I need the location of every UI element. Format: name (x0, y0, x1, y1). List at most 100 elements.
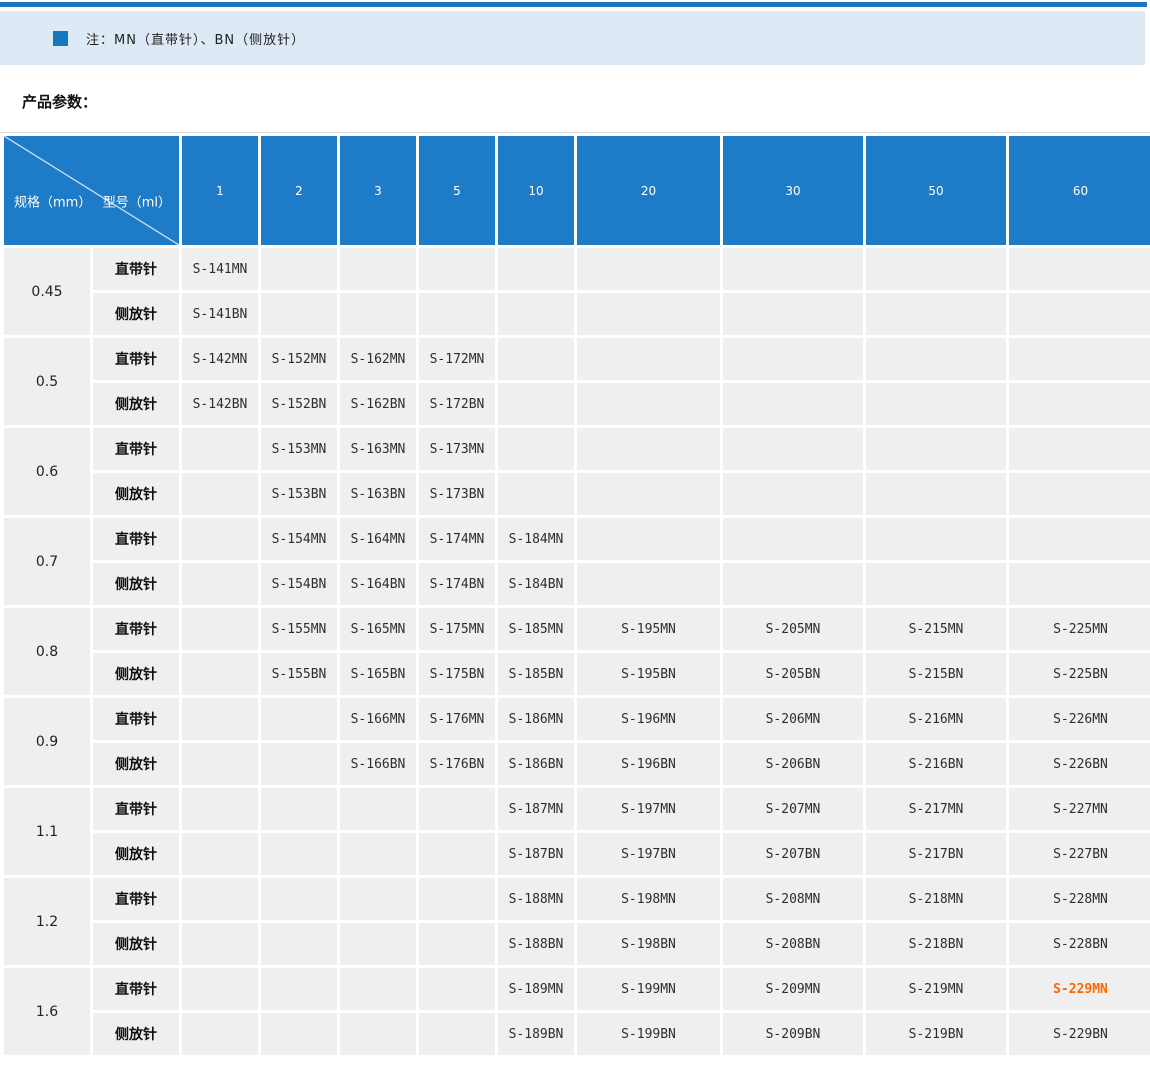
model-cell: S-141BN (182, 293, 258, 335)
needle-type-cell: 直带针 (93, 878, 179, 920)
model-cell (419, 833, 495, 875)
model-cell: S-153MN (261, 428, 337, 470)
model-cell: S-175MN (419, 608, 495, 650)
table-row: 1.2 直带针 S-188MN S-198MN S-208MN S-218MN S-228M… (4, 878, 1150, 965)
model-cell: S-154MN (261, 518, 337, 560)
model-cell: S-217BN (866, 833, 1006, 875)
corner-row-axis-label: 规格（mm） (14, 195, 92, 211)
model-cell: S-225BN (1009, 653, 1150, 695)
model-cell (182, 968, 258, 1010)
model-cell: S-162BN (340, 383, 416, 425)
table-row: 侧放针 S-187BN S-197BN S-207BN S-217BN S-227BN (4, 833, 1150, 875)
corner-col-axis-label: 型号（ml） (102, 195, 171, 211)
model-cell (1009, 293, 1150, 335)
model-cell: S-189BN (498, 1013, 574, 1055)
model-cell: S-154BN (261, 563, 337, 605)
model-cell: S-152MN (261, 338, 337, 380)
model-cell (340, 878, 416, 920)
model-cell (866, 293, 1006, 335)
model-cell (577, 518, 720, 560)
model-cell: S-205MN (723, 608, 863, 650)
model-cell (182, 878, 258, 920)
model-cell (419, 248, 495, 290)
table-row: 侧放针 S-141BN (4, 293, 1150, 335)
model-cell: S-172BN (419, 383, 495, 425)
model-cell: S-186BN (498, 743, 574, 785)
model-cell (866, 518, 1006, 560)
model-cell: S-173BN (419, 473, 495, 515)
model-cell: S-165MN (340, 608, 416, 650)
model-cell (419, 968, 495, 1010)
needle-type-cell: 侧放针 (93, 653, 179, 695)
model-cell (182, 698, 258, 740)
model-cell: S-215MN (866, 608, 1006, 650)
model-cell: S-195BN (577, 653, 720, 695)
needle-type-cell: 侧放针 (93, 293, 179, 335)
model-cell: S-166MN (340, 698, 416, 740)
volume-header: 3 (340, 136, 416, 245)
model-cell (866, 428, 1006, 470)
model-cell (577, 248, 720, 290)
model-cell: S-199MN (577, 968, 720, 1010)
spec-cell: 0.7 (4, 518, 90, 605)
needle-type-cell: 侧放针 (93, 563, 179, 605)
model-cell: S-215BN (866, 653, 1006, 695)
spec-cell: 0.45 (4, 248, 90, 335)
model-cell: S-188MN (498, 878, 574, 920)
model-cell: S-206BN (723, 743, 863, 785)
model-cell (340, 833, 416, 875)
needle-type-cell: 侧放针 (93, 743, 179, 785)
product-spec-table: 规格（mm） 型号（ml） 1 2 3 5 10 20 30 50 60 0.4… (1, 133, 1150, 1058)
model-cell (261, 1013, 337, 1055)
needle-type-cell: 侧放针 (93, 473, 179, 515)
needle-type-cell: 直带针 (93, 788, 179, 830)
model-cell (261, 923, 337, 965)
model-cell (340, 923, 416, 965)
model-cell (577, 473, 720, 515)
model-cell: S-141MN (182, 248, 258, 290)
model-cell: S-152BN (261, 383, 337, 425)
header-row: 规格（mm） 型号（ml） 1 2 3 5 10 20 30 50 60 (4, 136, 1150, 245)
model-cell: S-196BN (577, 743, 720, 785)
model-cell (1009, 383, 1150, 425)
table-row: 侧放针 S-154BN S-164BN S-174BN S-184BN (4, 563, 1150, 605)
model-cell: S-219MN (866, 968, 1006, 1010)
model-cell: S-153BN (261, 473, 337, 515)
diagonal-divider-line (4, 136, 179, 245)
model-cell (866, 338, 1006, 380)
model-cell (419, 1013, 495, 1055)
model-cell: S-173MN (419, 428, 495, 470)
model-cell: S-176BN (419, 743, 495, 785)
volume-header: 60 (1009, 136, 1150, 245)
model-cell: S-185MN (498, 608, 574, 650)
needle-type-cell: 直带针 (93, 248, 179, 290)
note-banner: 注：MN（直带针）、BN（侧放针） (0, 11, 1145, 65)
model-cell: S-187MN (498, 788, 574, 830)
model-cell: S-163BN (340, 473, 416, 515)
model-cell: S-206MN (723, 698, 863, 740)
model-cell (182, 608, 258, 650)
model-cell: S-207MN (723, 788, 863, 830)
model-cell (498, 248, 574, 290)
model-cell (182, 428, 258, 470)
needle-type-cell: 直带针 (93, 338, 179, 380)
model-cell: S-205BN (723, 653, 863, 695)
table-row: 1.6 直带针 S-189MN S-199MN S-209MN S-219MN S-229M… (4, 968, 1150, 1055)
model-cell (723, 293, 863, 335)
model-cell (723, 338, 863, 380)
model-cell (261, 878, 337, 920)
needle-type-cell: 直带针 (93, 608, 179, 650)
model-cell: S-175BN (419, 653, 495, 695)
model-cell: S-164MN (340, 518, 416, 560)
model-cell (182, 473, 258, 515)
needle-type-cell: 侧放针 (93, 1013, 179, 1055)
model-cell (577, 428, 720, 470)
spec-cell: 0.5 (4, 338, 90, 425)
model-cell: S-163MN (340, 428, 416, 470)
model-cell: S-226BN (1009, 743, 1150, 785)
model-cell (498, 383, 574, 425)
volume-header: 2 (261, 136, 337, 245)
model-cell (182, 833, 258, 875)
model-cell (1009, 338, 1150, 380)
model-cell: S-226MN (1009, 698, 1150, 740)
